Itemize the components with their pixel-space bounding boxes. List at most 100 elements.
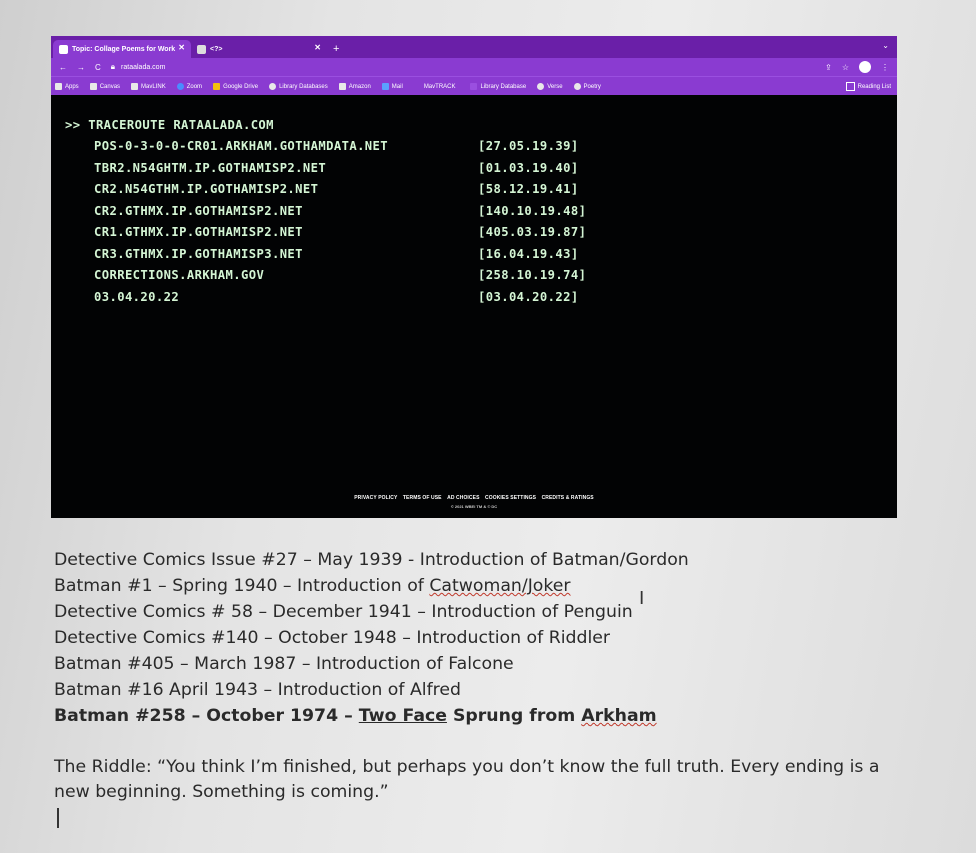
reading-list-label: Reading List	[857, 83, 891, 90]
hop-ip: [16.04.19.43]	[478, 247, 579, 261]
document-line: Batman #1 – Spring 1940 – Introduction o…	[54, 573, 954, 599]
apps-grid-icon	[55, 83, 62, 90]
zoom-icon	[176, 83, 184, 90]
hop-host: TBR2.N54GHTM.IP.GOTHAMISP2.NET	[94, 161, 327, 175]
bookmark-label: Verse	[547, 83, 563, 90]
bookmark-label: Google Drive	[223, 83, 259, 90]
library-icon	[269, 83, 277, 90]
footer-link-cookies[interactable]: COOKIES SETTINGS	[485, 495, 536, 501]
hop-row: CR2.N54GTHM.IP.GOTHAMISP2.NET [58.12.19.4…	[94, 182, 578, 196]
footer-link-ad-choices[interactable]: AD CHOICES	[447, 495, 479, 501]
tab-unknown[interactable]: <?> ✕	[191, 40, 327, 58]
verse-icon	[537, 83, 545, 90]
hop-ip: [03.04.20.22]	[478, 290, 579, 304]
bookmark-verse[interactable]: Verse	[537, 83, 563, 90]
bookmark-label: Library Database	[480, 83, 527, 90]
close-icon[interactable]: ✕	[314, 43, 321, 52]
hop-ip: [405.03.19.87]	[478, 225, 587, 239]
hop-ip: [58.12.19.41]	[478, 182, 579, 196]
canvas-icon	[89, 83, 97, 90]
reload-icon[interactable]: C	[95, 63, 101, 72]
canvas-favicon-icon	[59, 44, 68, 54]
poetry-icon	[573, 83, 581, 90]
bookmark-label: Library Databases	[279, 83, 328, 90]
bookmark-google-drive[interactable]: Google Drive	[213, 83, 258, 90]
footer-link-terms[interactable]: TERMS OF USE	[403, 495, 442, 501]
hop-host: CR2.GTHMX.IP.GOTHAMISP2.NET	[94, 204, 303, 218]
arkham-link[interactable]: Arkham	[581, 706, 656, 726]
page-footer: PRIVACY POLICY TERMS OF USE AD CHOICES C…	[51, 495, 897, 509]
mail-icon	[381, 83, 389, 90]
tab-collage-poems[interactable]: Topic: Collage Poems for Work ✕	[53, 40, 191, 58]
tab-bar: Topic: Collage Poems for Work ✕ <?> ✕ + …	[51, 36, 897, 58]
document-line: Detective Comics Issue #27 – May 1939 - …	[54, 550, 689, 570]
back-arrow-icon[interactable]: ←	[59, 63, 67, 72]
terminal-output: >> TRACEROUTE RATAALADA.COM POS-0-3-0-0-…	[51, 95, 897, 518]
bookmark-mavlink[interactable]: MavLINK	[131, 83, 166, 90]
bookmark-label: MavTRACK	[423, 83, 456, 90]
hop-row: POS-0-3-0-0-CR01.ARKHAM.GOTHAMDATA.NET [2…	[94, 139, 578, 153]
traceroute-command: >> TRACEROUTE RATAALADA.COM	[65, 118, 274, 132]
bookmark-label: Amazon	[348, 83, 371, 90]
document-line: Batman #405 – March 1987 – Introduction …	[54, 654, 514, 674]
hop-ip: [140.10.19.48]	[478, 204, 587, 218]
document-line-bold: Batman #258 – October 1974 – Two Face Sp…	[54, 703, 954, 729]
text-cursor-icon: Ⅰ	[639, 588, 645, 609]
bookmark-library-databases[interactable]: Library Databases	[269, 83, 328, 90]
bookmark-amazon[interactable]: Amazon	[338, 83, 371, 90]
lock-icon: 🔒︎	[110, 62, 116, 71]
line-mid: Sprung from	[446, 706, 582, 726]
mavlink-icon	[131, 83, 139, 90]
document-line: Detective Comics # 58 – December 1941 – …	[54, 602, 633, 622]
bookmark-mail[interactable]: Mail	[381, 83, 403, 90]
hop-ip: [27.05.19.39]	[478, 139, 579, 153]
bookmarks-bar: Apps Canvas MavLINK Zoom Google Drive Li…	[51, 76, 897, 96]
bookmark-label: MavLINK	[141, 83, 166, 90]
hop-host: CORRECTIONS.ARKHAM.GOV	[94, 268, 265, 282]
avatar[interactable]	[859, 61, 871, 73]
hop-row: CORRECTIONS.ARKHAM.GOV [258.10.19.74]	[94, 268, 586, 282]
reading-list-button[interactable]: Reading List	[845, 82, 891, 91]
question-favicon-icon	[197, 44, 206, 54]
forward-arrow-icon[interactable]: →	[77, 63, 85, 72]
new-tab-button[interactable]: +	[333, 43, 339, 55]
reading-list-icon	[845, 82, 855, 91]
chevron-down-icon[interactable]: ⌄	[882, 41, 889, 50]
star-icon[interactable]: ☆	[842, 63, 849, 72]
footer-link-privacy[interactable]: PRIVACY POLICY	[354, 495, 397, 501]
bookmark-library-database[interactable]: Library Database	[470, 83, 526, 90]
footer-link-credits[interactable]: CREDITS & RATINGS	[542, 495, 594, 501]
hop-host: CR2.N54GTHM.IP.GOTHAMISP2.NET	[94, 182, 319, 196]
bookmark-poetry[interactable]: Poetry	[573, 83, 601, 90]
hop-host: 03.04.20.22	[94, 290, 180, 304]
bookmark-label: Mail	[391, 83, 403, 90]
bookmark-apps[interactable]: Apps	[55, 83, 79, 90]
address-bar: ← → C 🔒︎ rataalada.com ⇪ ☆ ⋮	[51, 58, 897, 76]
url-field[interactable]: rataalada.com	[121, 64, 165, 71]
bookmark-mavtrack[interactable]: MavTRACK	[424, 84, 456, 90]
line-text: Batman #1 – Spring 1940 – Introduction o…	[54, 576, 571, 596]
document-line: Batman #16 April 1943 – Introduction of …	[54, 680, 461, 700]
hop-row: TBR2.N54GHTM.IP.GOTHAMISP2.NET [01.03.19.…	[94, 161, 578, 175]
browser-window: Topic: Collage Poems for Work ✕ <?> ✕ + …	[51, 36, 897, 518]
hop-ip: [258.10.19.74]	[478, 268, 587, 282]
document-body[interactable]: Detective Comics Issue #27 – May 1939 - …	[54, 547, 954, 729]
google-drive-icon	[213, 83, 221, 90]
tab-title: <?>	[210, 45, 223, 53]
hop-host: POS-0-3-0-0-CR01.ARKHAM.GOTHAMDATA.NET	[94, 139, 389, 153]
two-face-link[interactable]: Two Face	[359, 706, 447, 726]
bookmark-zoom[interactable]: Zoom	[176, 83, 202, 90]
hop-row: 03.04.20.22 [03.04.20.22]	[94, 290, 578, 304]
share-icon[interactable]: ⇪	[825, 63, 832, 72]
hop-ip: [01.03.19.40]	[478, 161, 579, 175]
line-prefix: Batman #258 – October 1974 –	[54, 706, 359, 726]
document-line: Detective Comics #140 – October 1948 – I…	[54, 628, 610, 648]
bookmark-label: Canvas	[99, 83, 121, 90]
bookmark-label: Apps	[65, 83, 79, 90]
close-icon[interactable]: ✕	[178, 43, 185, 52]
hop-host: CR3.GTHMX.IP.GOTHAMISP3.NET	[94, 247, 303, 261]
bookmark-canvas[interactable]: Canvas	[89, 83, 121, 90]
menu-icon[interactable]: ⋮	[881, 63, 889, 72]
bookmark-label: Poetry	[583, 83, 601, 90]
hop-row: CR1.GTHMX.IP.GOTHAMISP2.NET [405.03.19.87…	[94, 225, 586, 239]
